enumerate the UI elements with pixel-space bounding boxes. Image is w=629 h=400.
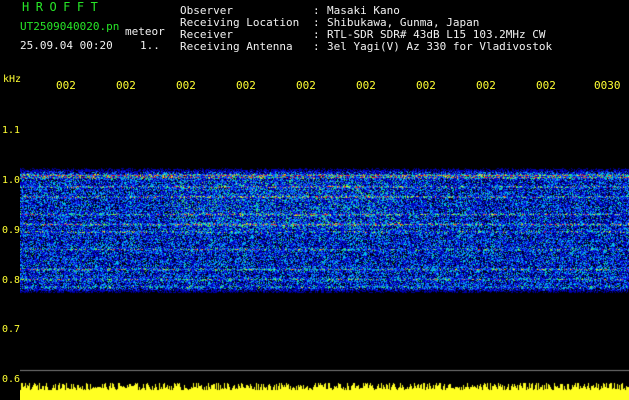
x-tick-label: 002 xyxy=(176,79,196,92)
app-title: HROFFT xyxy=(22,0,105,14)
info-separator: : xyxy=(313,40,320,53)
info-value-antenna: 3el Yagi(V) Az 330 for Vladivostok xyxy=(327,40,553,53)
spectrogram-plot xyxy=(20,98,629,400)
y-axis-unit: kHz xyxy=(3,74,22,85)
x-tick-label: 002 xyxy=(536,79,556,92)
y-tick-label: 0.6 xyxy=(2,374,21,385)
x-tick-label: 002 xyxy=(296,79,316,92)
x-tick-label: 0030 xyxy=(594,79,621,92)
scale-number: 1.. xyxy=(140,39,160,52)
x-tick-label: 002 xyxy=(356,79,376,92)
info-label-antenna: Receiving Antenna xyxy=(180,40,293,53)
x-tick-label: 002 xyxy=(116,79,136,92)
y-tick-label: 0.7 xyxy=(2,324,21,335)
x-tick-label: 002 xyxy=(56,79,76,92)
y-tick-label: 0.9 xyxy=(2,225,21,236)
x-tick-label: 002 xyxy=(416,79,436,92)
y-tick-label: 1.1 xyxy=(2,125,21,136)
file-name: UT2509040020.pn xyxy=(20,20,120,33)
meteor-label: meteor xyxy=(125,25,165,38)
hrofft-window: HROFFT UT2509040020.pn meteor 25.09.04 0… xyxy=(0,0,629,400)
x-tick-label: 002 xyxy=(236,79,256,92)
x-tick-label: 002 xyxy=(476,79,496,92)
y-tick-label: 0.8 xyxy=(2,275,21,286)
y-tick-label: 1.0 xyxy=(2,175,21,186)
date-time: 25.09.04 00:20 xyxy=(20,39,113,52)
